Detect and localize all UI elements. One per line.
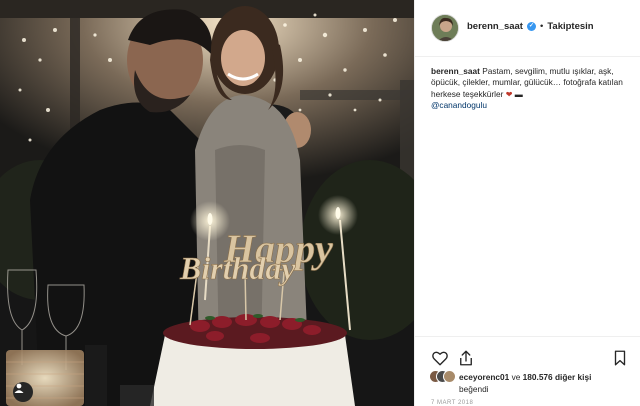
likes-count-link[interactable]: 180.576 diğer kişi bbox=[523, 372, 592, 382]
liker-avatars bbox=[429, 370, 463, 384]
username-link[interactable]: berenn_saat bbox=[467, 21, 523, 32]
likes-connector: ve bbox=[511, 372, 521, 382]
separator-dot: • bbox=[539, 21, 544, 32]
bookmark-icon[interactable] bbox=[611, 349, 629, 367]
post-date: 7 MART 2018 bbox=[431, 400, 474, 406]
photo-illustration: Happy Birthday bbox=[0, 0, 414, 406]
heart-emoji-icon: ❤ bbox=[505, 89, 513, 99]
following-button[interactable]: Takiptesin bbox=[547, 21, 593, 32]
post-caption: berenn_saat Pastam, sevgilim, mutlu ışık… bbox=[431, 66, 631, 112]
instagram-post: Happy Birthday berenn_saat ✓ • Takiptesi… bbox=[0, 0, 640, 406]
post-header: berenn_saat ✓ • Takiptesin bbox=[415, 0, 640, 57]
caption-username-link[interactable]: berenn_saat bbox=[431, 66, 480, 76]
post-sidebar: berenn_saat ✓ • Takiptesin berenn_saat P… bbox=[414, 0, 640, 406]
mention-link[interactable]: @canandogulu bbox=[431, 100, 487, 110]
share-icon[interactable] bbox=[457, 349, 475, 367]
cake-topper-birthday: Birthday bbox=[179, 250, 296, 286]
header-user-row: berenn_saat ✓ • Takiptesin bbox=[467, 21, 594, 32]
liker-avatar bbox=[443, 370, 456, 383]
like-heart-icon[interactable] bbox=[431, 349, 449, 367]
camera-emoji-icon: ▬ bbox=[514, 89, 523, 99]
tagged-user-button[interactable] bbox=[13, 382, 33, 402]
user-icon bbox=[14, 383, 24, 393]
avatar-image bbox=[432, 15, 458, 41]
verified-badge-icon: ✓ bbox=[526, 22, 536, 31]
likes-text: eceyorenc01 ve 180.576 diğer kişi beğend… bbox=[459, 371, 639, 395]
post-photo[interactable]: Happy Birthday bbox=[0, 0, 414, 406]
avatar[interactable] bbox=[431, 14, 459, 42]
likes-suffix: beğendi bbox=[459, 384, 489, 394]
liker-username-link[interactable]: eceyorenc01 bbox=[459, 372, 509, 382]
